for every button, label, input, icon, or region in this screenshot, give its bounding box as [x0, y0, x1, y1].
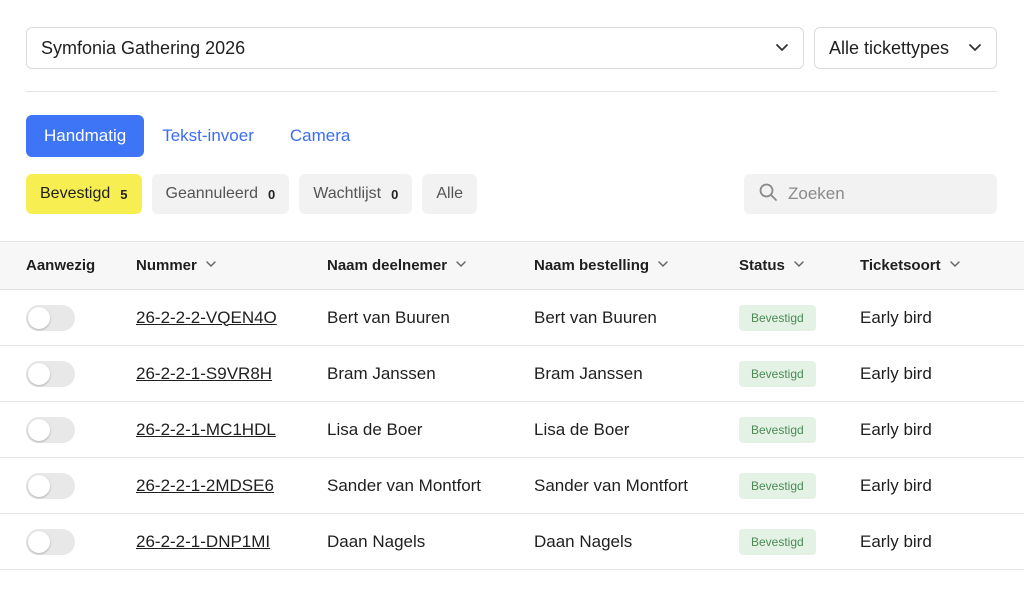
participant-name: Bram Janssen — [327, 363, 436, 383]
table-row: 26-2-2-1-S9VR8H Bram Janssen Bram Jansse… — [0, 346, 1024, 402]
filter-label: Geannuleerd — [165, 185, 259, 202]
filter-alle[interactable]: Alle — [422, 174, 478, 214]
col-header-ticketsoort[interactable]: Ticketsoort — [860, 242, 1024, 290]
attendance-toggle[interactable] — [26, 416, 75, 443]
divider — [26, 91, 997, 92]
order-name: Bram Janssen — [534, 363, 643, 383]
participant-name: Sander van Montfort — [327, 475, 482, 495]
filter-count: 0 — [268, 186, 276, 202]
attendance-toggle[interactable] — [26, 360, 75, 387]
table-row: 26-2-2-2-VQEN4O Bert van Buuren Bert van… — [0, 290, 1024, 346]
filter-count: 5 — [120, 186, 128, 202]
filter-wachtlijst[interactable]: Wachtlijst 0 — [299, 174, 413, 214]
filter-count: 0 — [391, 186, 399, 202]
search-icon — [758, 182, 778, 207]
search-input[interactable] — [788, 184, 988, 204]
table-row: 26-2-2-1-2MDSE6 Sander van Montfort Sand… — [0, 458, 1024, 514]
ticket-number-link[interactable]: 26-2-2-1-DNP1MI — [136, 532, 270, 551]
chevron-down-icon — [657, 257, 669, 274]
table-row: 26-2-2-1-MC1HDL Lisa de Boer Lisa de Boe… — [0, 402, 1024, 458]
participant-name: Lisa de Boer — [327, 419, 423, 439]
ticket-type: Early bird — [860, 475, 932, 495]
ticket-type: Early bird — [860, 419, 932, 439]
ticket-type: Early bird — [860, 307, 932, 327]
filter-label: Wachtlijst — [313, 185, 382, 202]
tab-camera[interactable]: Camera — [272, 115, 368, 157]
event-select[interactable]: Symfonia Gathering 2026 — [26, 27, 804, 69]
order-name: Bert van Buuren — [534, 307, 657, 327]
filter-label: Bevestigd — [40, 185, 111, 202]
ticket-number-link[interactable]: 26-2-2-2-VQEN4O — [136, 308, 277, 327]
status-badge: Bevestigd — [739, 304, 816, 331]
ticket-type: Early bird — [860, 363, 932, 383]
chevron-down-icon — [775, 38, 789, 59]
attendance-toggle[interactable] — [26, 472, 75, 499]
col-header-naam-deelnemer[interactable]: Naam deelnemer — [327, 242, 534, 290]
attendance-toggle[interactable] — [26, 304, 75, 331]
filter-bevestigd[interactable]: Bevestigd 5 — [26, 174, 142, 214]
status-filters: Bevestigd 5 Geannuleerd 0 Wachtlijst 0 A… — [26, 174, 478, 214]
chevron-down-icon — [455, 257, 467, 274]
order-name: Lisa de Boer — [534, 419, 630, 439]
status-badge: Bevestigd — [739, 472, 816, 499]
col-header-aanwezig: Aanwezig — [26, 257, 96, 274]
filter-geannuleerd[interactable]: Geannuleerd 0 — [151, 174, 290, 214]
chevron-down-icon — [968, 38, 982, 59]
ticket-type-select-value: Alle tickettypes — [829, 37, 950, 58]
tab-tekst-invoer[interactable]: Tekst-invoer — [144, 115, 272, 157]
chevron-down-icon — [949, 257, 961, 274]
chevron-down-icon — [205, 257, 217, 274]
col-header-naam-bestelling[interactable]: Naam bestelling — [534, 242, 739, 290]
participant-name: Bert van Buuren — [327, 307, 450, 327]
ticket-number-link[interactable]: 26-2-2-1-MC1HDL — [136, 420, 276, 439]
attendance-toggle[interactable] — [26, 528, 75, 555]
ticket-type: Early bird — [860, 531, 932, 551]
chevron-down-icon — [793, 257, 805, 274]
search-box — [744, 174, 997, 214]
mode-tabs: Handmatig Tekst-invoer Camera — [26, 115, 368, 157]
col-header-status[interactable]: Status — [739, 242, 860, 290]
status-badge: Bevestigd — [739, 528, 816, 555]
col-header-nummer[interactable]: Nummer — [136, 242, 327, 290]
participant-name: Daan Nagels — [327, 531, 426, 551]
status-badge: Bevestigd — [739, 416, 816, 443]
order-name: Sander van Montfort — [534, 475, 689, 495]
ticket-number-link[interactable]: 26-2-2-1-S9VR8H — [136, 364, 272, 383]
tab-handmatig[interactable]: Handmatig — [26, 115, 145, 157]
event-select-value: Symfonia Gathering 2026 — [41, 37, 246, 58]
status-badge: Bevestigd — [739, 360, 816, 387]
ticket-type-select[interactable]: Alle tickettypes — [814, 27, 997, 69]
participants-table: Aanwezig Nummer Naam deelnemer Naam best… — [0, 241, 1024, 570]
table-header-row: Aanwezig Nummer Naam deelnemer Naam best… — [0, 241, 1024, 290]
table-row: 26-2-2-1-DNP1MI Daan Nagels Daan Nagels … — [0, 514, 1024, 570]
order-name: Daan Nagels — [534, 531, 633, 551]
filter-label: Alle — [436, 185, 464, 202]
ticket-number-link[interactable]: 26-2-2-1-2MDSE6 — [136, 476, 274, 495]
